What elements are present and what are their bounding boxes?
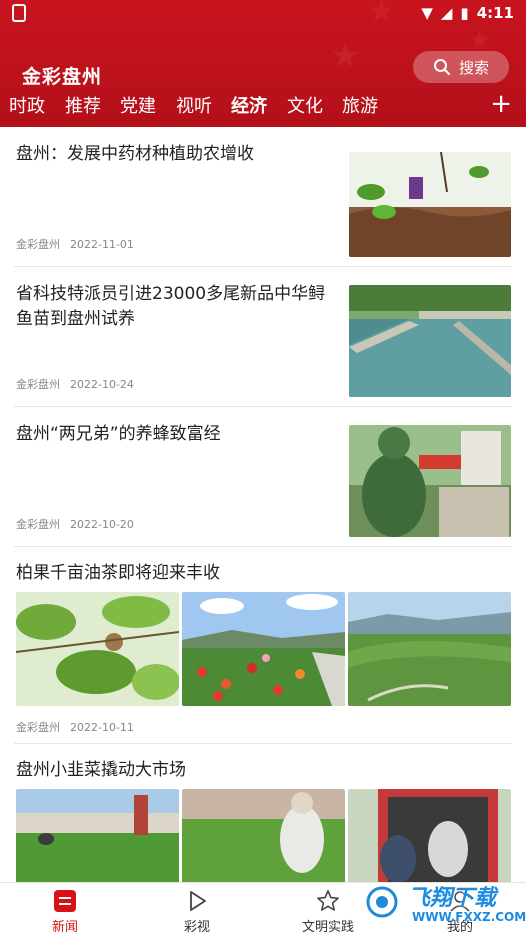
news-source: 金彩盘州 (16, 721, 60, 734)
news-thumbnail (349, 425, 511, 537)
status-bar: ▼ ◢ ▮ 4:11 (0, 0, 526, 28)
watermark-text: 飞翔下载 (408, 886, 497, 911)
status-icons: ▼ ◢ ▮ 4:11 (421, 4, 514, 22)
news-thumbnail (182, 592, 345, 706)
signal-icon: ◢ (440, 4, 453, 22)
search-label: 搜索 (458, 58, 489, 77)
news-date: 2022-10-24 (70, 378, 134, 391)
status-time: 4:11 (476, 4, 514, 22)
news-thumbnail (349, 285, 511, 397)
news-thumbnail (182, 789, 345, 882)
decor-star: ★ (330, 36, 361, 76)
news-thumbnail (349, 152, 511, 257)
nav-news[interactable]: 新闻 (15, 889, 115, 935)
wifi-icon: ▼ (421, 4, 433, 22)
tab-jingji[interactable]: 经济 (231, 92, 267, 118)
nav-video-label: 彩视 (183, 920, 210, 935)
news-date: 2022-10-11 (70, 721, 134, 734)
news-thumbnail (16, 592, 179, 706)
nav-video[interactable]: 彩视 (147, 889, 247, 935)
play-icon (190, 891, 206, 911)
news-item[interactable]: 省科技特派员引进23000多尾新品中华鲟 鱼苗到盘州试养 金彩盘州 2022-10… (0, 267, 526, 406)
news-thumbnail (16, 789, 179, 882)
tab-shizheng[interactable]: 时政 (9, 92, 45, 118)
news-source: 金彩盘州 (16, 238, 60, 251)
news-meta: 金彩盘州 2022-10-20 (16, 516, 134, 532)
tab-wenhua[interactable]: 文化 (287, 92, 323, 118)
news-date: 2022-10-20 (70, 518, 134, 531)
decor-star: ★ (470, 28, 490, 53)
tab-shiting[interactable]: 视听 (176, 92, 212, 118)
tab-dangjian[interactable]: 党建 (120, 92, 156, 118)
nav-civilization-label: 文明实践 (301, 920, 354, 935)
news-item[interactable]: 盘州小韭菜撬动大市场 (0, 744, 526, 882)
tab-tuijian[interactable]: 推荐 (65, 92, 101, 118)
news-title: 盘州：发展中药材种植助农增收 (16, 144, 254, 164)
news-title: 盘州“两兄弟”的养蜂致富经 (16, 424, 221, 444)
news-date: 2022-11-01 (70, 238, 134, 251)
nav-news-label: 新闻 (51, 920, 78, 935)
category-tabs: 时政 推荐 党建 视听 经济 文化 旅游 (0, 92, 526, 122)
news-title: 盘州小韭菜撬动大市场 (16, 760, 186, 780)
search-icon (433, 59, 451, 76)
watermark-url: WWW.FXXZ.COM (412, 910, 526, 924)
news-meta: 金彩盘州 2022-11-01 (16, 236, 134, 252)
news-title: 省科技特派员引进23000多尾新品中华鲟 鱼苗到盘州试养 (16, 282, 325, 332)
app-title: 金彩盘州 (22, 66, 103, 88)
tab-lvyou[interactable]: 旅游 (342, 92, 378, 118)
news-title-line: 鱼苗到盘州试养 (16, 309, 135, 329)
news-title: 柏果千亩油茶即将迎来丰收 (16, 563, 220, 583)
news-item[interactable]: 盘州：发展中药材种植助农增收 金彩盘州 2022-11-01 (0, 127, 526, 266)
news-item[interactable]: 柏果千亩油茶即将迎来丰收 金彩盘州 2022-10-11 (0, 547, 526, 743)
star-icon (317, 890, 339, 911)
news-meta: 金彩盘州 2022-10-11 (16, 719, 134, 735)
app-header: ★ ★ ★ ▼ ◢ ▮ 4:11 金彩盘州 搜索 时政 推荐 党建 视听 经济 … (0, 0, 526, 127)
news-thumbnail (348, 789, 511, 882)
news-title-line: 省科技特派员引进23000多尾新品中华鲟 (16, 284, 326, 304)
site-watermark: 飞翔下载 WWW.FXXZ.COM (360, 876, 526, 928)
news-meta: 金彩盘州 2022-10-24 (16, 376, 134, 392)
plus-icon[interactable]: + (490, 90, 512, 118)
notification-icon (12, 4, 26, 22)
news-list: 盘州：发展中药材种植助农增收 金彩盘州 2022-11-01 省科技特派员引进23… (0, 127, 526, 882)
news-thumbnail (348, 592, 511, 706)
news-source: 金彩盘州 (16, 518, 60, 531)
battery-icon: ▮ (460, 4, 469, 22)
news-source: 金彩盘州 (16, 378, 60, 391)
search-button[interactable]: 搜索 (413, 51, 509, 83)
news-item[interactable]: 盘州“两兄弟”的养蜂致富经 金彩盘州 2022-10-20 (0, 407, 526, 546)
news-icon (54, 890, 76, 912)
